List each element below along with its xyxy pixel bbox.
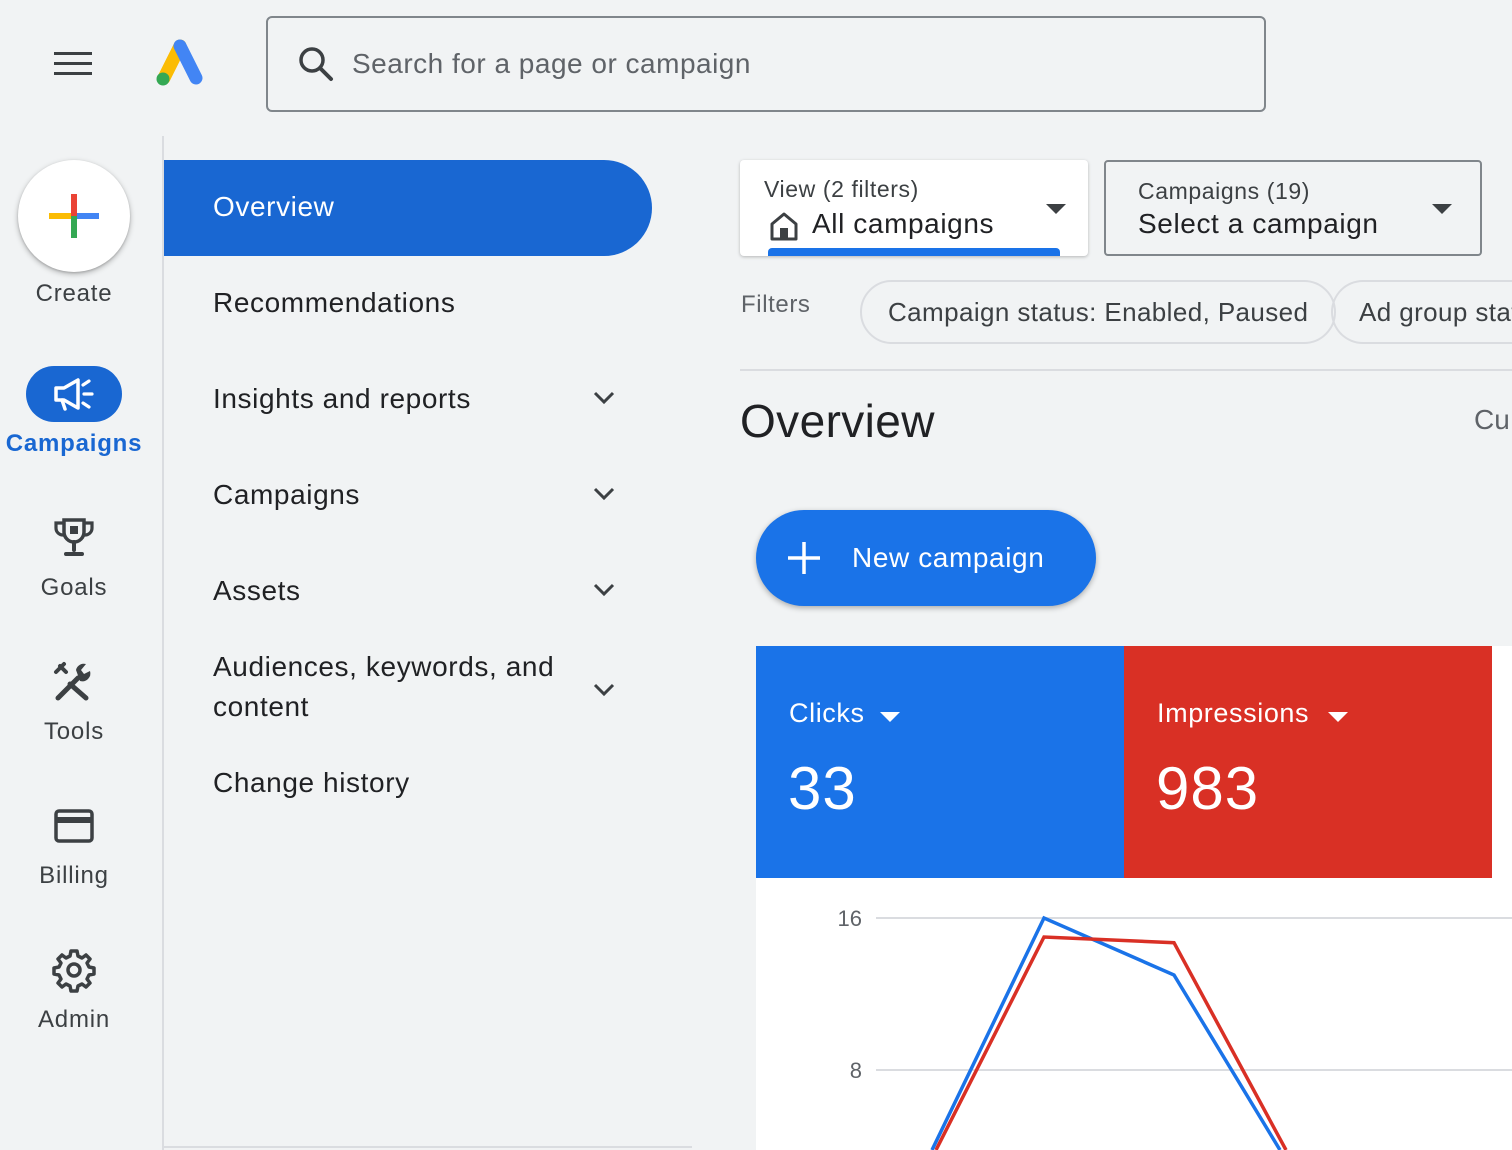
- billing-label[interactable]: Billing: [0, 862, 148, 890]
- left-rail: Create Campaigns Goals Tools Billing Adm…: [0, 136, 148, 1150]
- goals-label[interactable]: Goals: [0, 574, 148, 602]
- campaign-select-dropdown[interactable]: Campaigns (19) Select a campaign: [1104, 160, 1482, 256]
- metric-tile-clicks[interactable]: Clicks 33: [756, 646, 1124, 878]
- admin-label[interactable]: Admin: [0, 1006, 148, 1034]
- filter-chip-campaign-status[interactable]: Campaign status: Enabled, Paused: [860, 280, 1337, 344]
- caret-down-icon: [1432, 204, 1452, 214]
- megaphone-icon: [54, 378, 94, 411]
- nav-item-label: Overview: [213, 191, 335, 222]
- active-indicator: [768, 248, 1060, 256]
- tools-label[interactable]: Tools: [0, 718, 148, 746]
- metric-label: Impressions: [1157, 698, 1310, 728]
- y-tick-label: 8: [850, 1058, 862, 1083]
- plus-icon: [49, 194, 99, 238]
- nav-item-label: content: [213, 691, 310, 722]
- nav-item-campaigns[interactable]: Campaigns: [164, 448, 652, 544]
- metric-value: 983: [1156, 755, 1260, 822]
- series-line-1: [934, 935, 1288, 1150]
- nav-item-recommendations[interactable]: Recommendations: [164, 256, 652, 352]
- nav-item-overview[interactable]: Overview: [164, 160, 652, 256]
- caret-down-icon: [880, 712, 900, 722]
- nav-item-label: Campaigns: [213, 479, 361, 510]
- y-tick-label: 16: [838, 906, 862, 931]
- main-menu-button[interactable]: [54, 52, 94, 78]
- nav-item-label: Insights and reports: [213, 383, 471, 414]
- metric-tile-impressions[interactable]: Impressions 983: [1124, 646, 1492, 878]
- chevron-down-icon: [593, 487, 615, 501]
- new-campaign-label: New campaign: [852, 542, 1045, 573]
- nav-item-label: Assets: [213, 575, 301, 606]
- trophy-icon[interactable]: [50, 514, 98, 562]
- nav-item-label: Audiences, keywords, and: [213, 651, 555, 682]
- chevron-down-icon: [593, 583, 615, 597]
- caret-down-icon: [1328, 712, 1348, 722]
- nav-item-assets[interactable]: Assets: [164, 544, 652, 640]
- tools-icon[interactable]: [50, 658, 98, 706]
- search-icon: [299, 47, 333, 81]
- billing-card-icon[interactable]: [50, 802, 98, 850]
- filters-label: Filters: [741, 291, 811, 318]
- menu-line: [54, 72, 92, 75]
- customize-button-cut[interactable]: Cu: [1474, 404, 1510, 436]
- rail-campaigns-button[interactable]: [26, 366, 122, 422]
- nav-item-label: Change history: [213, 767, 410, 798]
- nav-item-insights-and-reports[interactable]: Insights and reports: [164, 352, 652, 448]
- nav-item-audiences-keywords-content[interactable]: Audiences, keywords, and content: [164, 640, 652, 744]
- search-bar[interactable]: [266, 16, 1266, 112]
- google-ads-logo[interactable]: [154, 38, 206, 88]
- filter-chip-ad-group-status[interactable]: Ad group stat: [1331, 280, 1512, 344]
- nav-item-change-history[interactable]: Change history: [164, 736, 652, 832]
- view-caption: View (2 filters): [764, 176, 919, 202]
- create-label[interactable]: Create: [0, 280, 148, 308]
- nav-divider: [164, 1146, 692, 1148]
- performance-line-chart: 16 8: [838, 906, 1512, 1150]
- create-button[interactable]: [18, 160, 130, 272]
- chevron-down-icon: [593, 683, 615, 697]
- metric-value: 33: [788, 755, 857, 822]
- search-input[interactable]: [352, 48, 1212, 80]
- nav-item-label: Recommendations: [213, 287, 456, 318]
- caret-down-icon: [1046, 204, 1066, 214]
- view-value: All campaigns: [812, 208, 995, 239]
- campaigns-caption: Campaigns (19): [1138, 178, 1311, 204]
- menu-line: [54, 62, 92, 65]
- series-line-0: [930, 915, 1282, 1150]
- metric-label: Clicks: [789, 698, 865, 728]
- view-filter-dropdown[interactable]: View (2 filters) All campaigns: [740, 160, 1088, 256]
- plus-icon: [788, 542, 820, 574]
- gear-icon[interactable]: [50, 946, 98, 994]
- menu-line: [54, 52, 92, 55]
- filters-divider: [740, 369, 1512, 371]
- campaigns-label[interactable]: Campaigns: [0, 430, 148, 458]
- new-campaign-button[interactable]: New campaign: [756, 510, 1096, 606]
- chevron-down-icon: [593, 391, 615, 405]
- page-title: Overview: [740, 395, 935, 447]
- campaigns-value: Select a campaign: [1138, 208, 1379, 239]
- home-icon: [770, 212, 798, 241]
